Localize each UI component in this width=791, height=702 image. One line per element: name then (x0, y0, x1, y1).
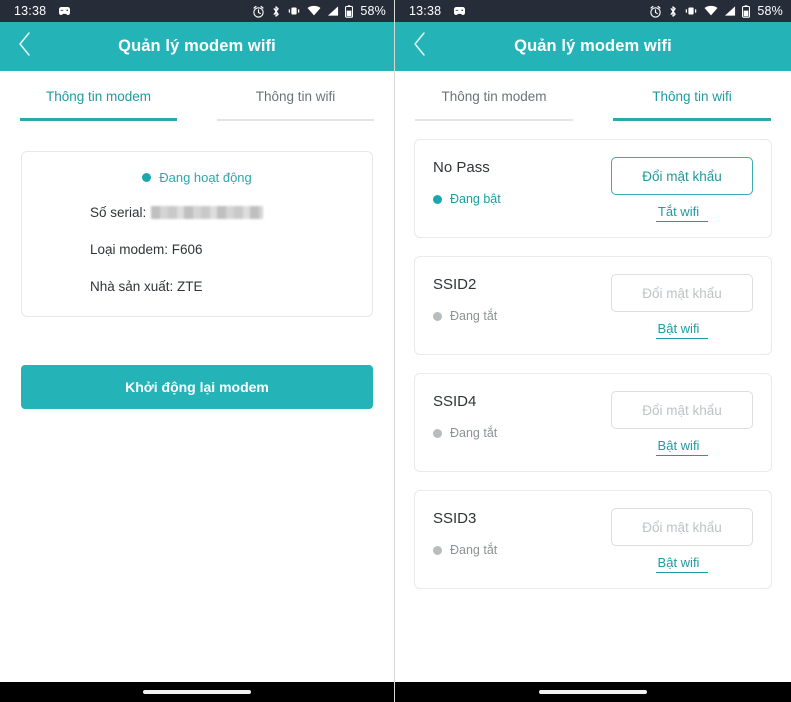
dual-screenshot-container: 13:38 58% Quản lý modem wifi Thông tin m… (0, 0, 791, 702)
status-bar-clock: 13:38 (14, 4, 47, 18)
battery-percent-label: 58% (757, 4, 783, 18)
wifi-state-row: Đang tắt (433, 309, 497, 323)
wifi-card-info: SSID3 Đang tắt (433, 508, 497, 557)
wifi-state-label: Đang tắt (450, 426, 498, 440)
game-controller-icon (58, 6, 71, 17)
tab-wifi-info[interactable]: Thông tin wifi (197, 71, 394, 121)
wifi-card-actions: Đổi mật khẩu Bật wifi (611, 274, 753, 339)
wifi-state-label: Đang bật (450, 192, 501, 206)
toggle-wifi-link[interactable]: Bật wifi (655, 321, 709, 339)
status-dot-icon (433, 428, 442, 438)
toggle-wifi-link[interactable]: Tắt wifi (655, 204, 709, 222)
modem-serial-label: Số serial: (90, 205, 147, 220)
wifi-network-list: No Pass Đang bật Đổi mật khẩu Tắt wifi S… (395, 121, 791, 589)
left-screen: 13:38 58% Quản lý modem wifi Thông tin m… (0, 0, 395, 702)
toggle-wifi-link[interactable]: Bật wifi (655, 555, 709, 573)
status-dot-icon (433, 545, 442, 555)
tab-wifi-info-label: Thông tin wifi (255, 88, 336, 104)
tab-wifi-info[interactable]: Thông tin wifi (593, 71, 791, 121)
modem-serial-redacted-value (151, 206, 264, 219)
status-dot-icon (433, 194, 442, 204)
vibrate-icon (287, 5, 301, 17)
status-bar-notification-icons (453, 6, 466, 17)
tab-bar: Thông tin modem Thông tin wifi (395, 71, 791, 121)
tab-modem-info[interactable]: Thông tin modem (0, 71, 197, 121)
toggle-wifi-link[interactable]: Bật wifi (655, 438, 709, 456)
gesture-nav-bar (0, 682, 394, 702)
change-password-button: Đổi mật khẩu (611, 508, 753, 546)
modem-serial-row: Số serial: (22, 205, 372, 220)
list-item: SSID3 Đang tắt Đổi mật khẩu Bật wifi (414, 490, 772, 589)
wifi-icon (704, 5, 718, 17)
wifi-card-actions: Đổi mật khẩu Tắt wifi (611, 157, 753, 222)
modem-status-label: Đang hoạt động (159, 170, 252, 185)
list-item: No Pass Đang bật Đổi mật khẩu Tắt wifi (414, 139, 772, 238)
wifi-state-row: Đang bật (433, 192, 501, 206)
page-title: Quản lý modem wifi (118, 37, 276, 55)
right-screen: 13:38 58% Quản lý modem wifi Thông tin m… (395, 0, 791, 702)
bluetooth-icon (271, 5, 281, 18)
signal-icon (327, 5, 339, 17)
wifi-state-row: Đang tắt (433, 426, 497, 440)
status-bar-clock: 13:38 (409, 4, 442, 18)
app-bar: Quản lý modem wifi (0, 22, 394, 71)
alarm-icon (252, 5, 265, 18)
wifi-card-info: SSID2 Đang tắt (433, 274, 497, 323)
wifi-card-info: No Pass Đang bật (433, 157, 501, 206)
tab-modem-info-label: Thông tin modem (441, 88, 547, 104)
status-bar: 13:38 58% (395, 0, 791, 22)
wifi-ssid-label: SSID4 (433, 393, 477, 410)
back-button[interactable] (0, 22, 48, 71)
status-dot-icon (142, 173, 152, 182)
home-gesture-pill[interactable] (143, 690, 251, 694)
restart-modem-button[interactable]: Khởi động lại modem (21, 365, 373, 409)
wifi-ssid-label: SSID3 (433, 510, 477, 527)
modem-info-panel: Đang hoạt động Số serial: Loại modem: F6… (0, 121, 394, 682)
tab-bar: Thông tin modem Thông tin wifi (0, 71, 394, 121)
wifi-info-panel: No Pass Đang bật Đổi mật khẩu Tắt wifi S… (395, 121, 791, 682)
wifi-state-label: Đang tắt (450, 543, 498, 557)
home-gesture-pill[interactable] (539, 690, 647, 694)
signal-icon (724, 5, 736, 17)
tab-modem-info-label: Thông tin modem (45, 88, 152, 104)
chevron-left-icon (17, 31, 32, 62)
list-item: SSID2 Đang tắt Đổi mật khẩu Bật wifi (414, 256, 772, 355)
gesture-nav-bar (395, 682, 791, 702)
status-bar-system-icons: 58% (252, 4, 386, 18)
modem-manufacturer-row: Nhà sản xuất: ZTE (90, 279, 203, 294)
modem-status-row: Đang hoạt động (22, 170, 372, 185)
battery-percent-label: 58% (360, 4, 386, 18)
battery-icon (742, 4, 751, 18)
tab-wifi-info-label: Thông tin wifi (652, 88, 732, 104)
status-dot-icon (433, 311, 442, 321)
wifi-card-info: SSID4 Đang tắt (433, 391, 497, 440)
wifi-ssid-label: No Pass (433, 159, 490, 176)
wifi-state-label: Đang tắt (450, 309, 498, 323)
chevron-left-icon (412, 31, 427, 62)
battery-icon (345, 4, 354, 18)
wifi-card-actions: Đổi mật khẩu Bật wifi (611, 391, 753, 456)
status-bar-system-icons: 58% (649, 4, 783, 18)
status-bar: 13:38 58% (0, 0, 394, 22)
wifi-icon (307, 5, 321, 17)
list-item: SSID4 Đang tắt Đổi mật khẩu Bật wifi (414, 373, 772, 472)
bluetooth-icon (668, 5, 678, 18)
change-password-button: Đổi mật khẩu (611, 274, 753, 312)
modem-model-row: Loại modem: F606 (90, 242, 203, 257)
wifi-ssid-label: SSID2 (433, 276, 477, 293)
wifi-card-actions: Đổi mật khẩu Bật wifi (611, 508, 753, 573)
page-title: Quản lý modem wifi (514, 37, 672, 55)
tab-modem-info[interactable]: Thông tin modem (395, 71, 593, 121)
vibrate-icon (684, 5, 698, 17)
wifi-state-row: Đang tắt (433, 543, 497, 557)
alarm-icon (649, 5, 662, 18)
change-password-button[interactable]: Đổi mật khẩu (611, 157, 753, 195)
app-bar: Quản lý modem wifi (395, 22, 791, 71)
change-password-button: Đổi mật khẩu (611, 391, 753, 429)
back-button[interactable] (395, 22, 443, 71)
game-controller-icon (453, 6, 466, 17)
modem-info-card: Đang hoạt động Số serial: Loại modem: F6… (21, 151, 373, 317)
status-bar-notification-icons (58, 6, 71, 17)
